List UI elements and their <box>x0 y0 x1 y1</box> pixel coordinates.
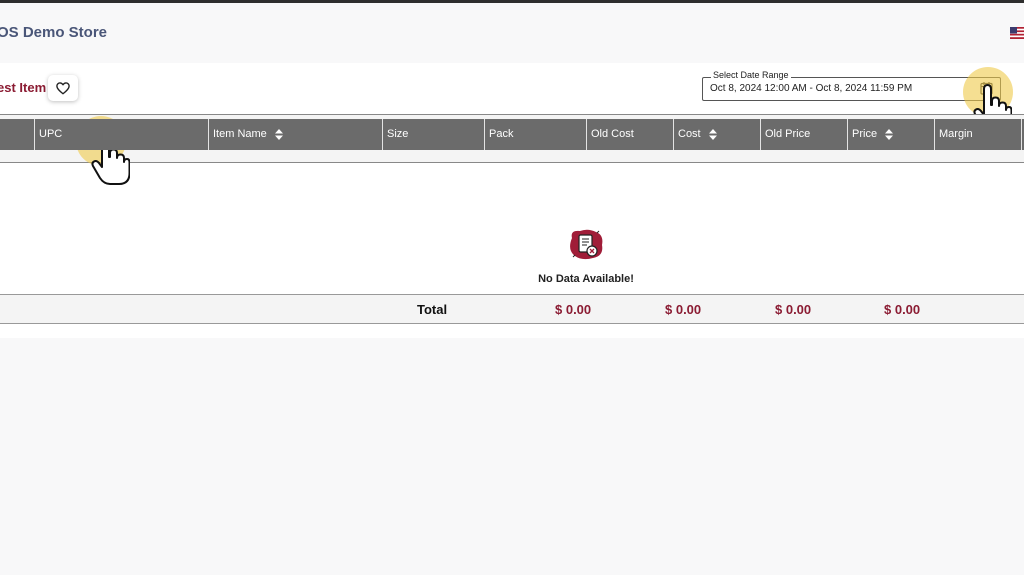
column-label: Price <box>852 128 878 140</box>
column-label: Item Name <box>213 128 267 140</box>
app-header: OS Demo Store <box>0 3 1024 63</box>
sort-icon[interactable] <box>708 128 717 140</box>
column-header-select <box>0 119 34 150</box>
totals-row: Total $ 0.00 $ 0.00 $ 0.00 $ 0.00 <box>0 294 1024 324</box>
total-label: Total <box>417 302 448 317</box>
favorite-button[interactable] <box>48 75 78 101</box>
column-label: Size <box>387 128 409 140</box>
column-header-cost[interactable]: Cost <box>673 119 760 150</box>
empty-state-message: No Data Available! <box>538 273 634 285</box>
column-header-pack[interactable]: Pack <box>484 119 586 150</box>
sort-icon[interactable] <box>274 128 283 140</box>
column-header-old-cost[interactable]: Old Cost <box>586 119 673 150</box>
column-label: Cost <box>678 128 701 140</box>
date-range-label: Select Date Range <box>711 70 791 80</box>
column-label: Pack <box>489 128 514 140</box>
column-header-item-name[interactable]: Item Name <box>208 119 382 150</box>
page-title: est Item <box>0 80 47 95</box>
date-range-field[interactable]: Select Date Range Oct 8, 2024 12:00 AM -… <box>702 70 1001 101</box>
total-price: $ 0.00 <box>884 302 921 317</box>
date-range-value: Oct 8, 2024 12:00 AM - Oct 8, 2024 11:59… <box>710 83 913 94</box>
table-header: UPC Item Name Size Pack Old Cost Cost Ol… <box>0 119 1024 150</box>
us-flag-icon[interactable] <box>1010 27 1024 39</box>
column-header-size[interactable]: Size <box>382 119 484 150</box>
column-label: UPC <box>39 128 63 140</box>
column-header-price[interactable]: Price <box>847 119 934 150</box>
heart-icon <box>56 81 70 94</box>
column-header-margin[interactable]: Margin <box>934 119 1022 150</box>
column-label: Margin <box>939 128 973 140</box>
column-header-old-price[interactable]: Old Price <box>760 119 847 150</box>
sort-icon[interactable] <box>885 128 894 140</box>
column-label: Old Price <box>765 128 811 140</box>
no-data-icon <box>570 229 603 260</box>
total-cost: $ 0.00 <box>665 302 702 317</box>
store-name: OS Demo Store <box>0 24 108 41</box>
column-label: Old Cost <box>591 128 634 140</box>
column-header-upc[interactable]: UPC <box>34 119 208 150</box>
total-old-cost: $ 0.00 <box>555 302 592 317</box>
total-old-price: $ 0.00 <box>775 302 812 317</box>
